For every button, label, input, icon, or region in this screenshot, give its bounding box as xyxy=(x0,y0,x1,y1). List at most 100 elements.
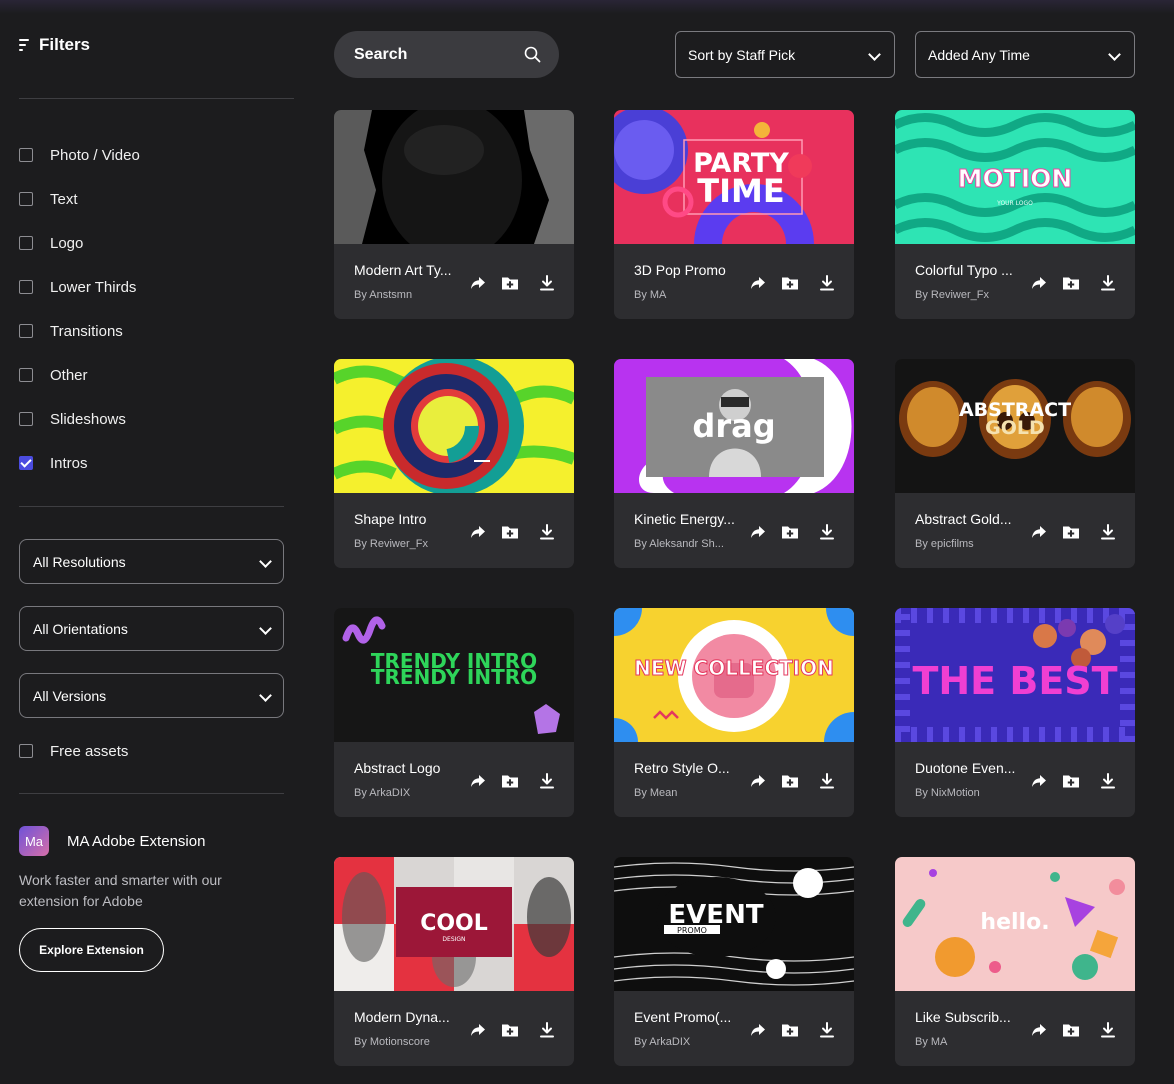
share-icon[interactable] xyxy=(748,1020,768,1040)
checkbox[interactable] xyxy=(19,192,33,206)
version-select[interactable]: All Versions xyxy=(19,673,284,718)
thumbnail-image[interactable]: NEW COLLECTION xyxy=(614,608,854,742)
share-icon[interactable] xyxy=(468,1020,488,1040)
template-card[interactable]: COOL DESIGN Modern Dyna... By Motionscor… xyxy=(334,857,574,1066)
card-author[interactable]: By MA xyxy=(915,1036,1019,1048)
thumbnail-image[interactable]: drag xyxy=(614,359,854,493)
checkbox[interactable] xyxy=(19,148,33,162)
thumbnail-image[interactable]: EVENT PROMO xyxy=(614,857,854,991)
card-author[interactable]: By ArkaDIX xyxy=(354,787,458,799)
filters-header[interactable]: Filters xyxy=(19,30,294,60)
thumbnail-image[interactable]: PARTY TIME xyxy=(614,110,854,244)
download-icon[interactable] xyxy=(1098,1020,1118,1040)
checkbox[interactable] xyxy=(19,368,33,382)
thumbnail-image[interactable]: TRENDY INTRO TRENDY INTRO xyxy=(334,608,574,742)
card-title[interactable]: 3D Pop Promo xyxy=(634,262,738,278)
card-title[interactable]: Colorful Typo ... xyxy=(915,262,1019,278)
download-icon[interactable] xyxy=(537,1020,557,1040)
template-card[interactable]: drag Kinetic Energy... By Aleksandr Sh..… xyxy=(614,359,854,568)
category-logo[interactable]: Logo xyxy=(19,221,294,265)
template-card[interactable]: PARTY TIME 3D Pop Promo By MA xyxy=(614,110,854,319)
download-icon[interactable] xyxy=(1098,771,1118,791)
card-author[interactable]: By Anstsmn xyxy=(354,289,458,301)
template-card[interactable]: TRENDY INTRO TRENDY INTRO Abstract Logo … xyxy=(334,608,574,817)
category-slideshows[interactable]: Slideshows xyxy=(19,397,294,441)
checkbox[interactable] xyxy=(19,280,33,294)
search-input[interactable] xyxy=(352,44,516,65)
share-icon[interactable] xyxy=(468,522,488,542)
checkbox[interactable] xyxy=(19,236,33,250)
template-card[interactable]: MOTION YOUR LOGO Colorful Typo ... By Re… xyxy=(895,110,1135,319)
card-author[interactable]: By Reviwer_Fx xyxy=(354,538,458,550)
download-icon[interactable] xyxy=(537,273,557,293)
category-intros[interactable]: Intros xyxy=(19,441,294,485)
download-icon[interactable] xyxy=(537,522,557,542)
add-to-folder-icon[interactable] xyxy=(500,273,520,293)
card-title[interactable]: Duotone Even... xyxy=(915,760,1019,776)
share-icon[interactable] xyxy=(1029,522,1049,542)
thumbnail-image[interactable]: hello. xyxy=(895,857,1135,991)
add-to-folder-icon[interactable] xyxy=(1061,771,1081,791)
add-to-folder-icon[interactable] xyxy=(780,771,800,791)
template-card[interactable]: NEW COLLECTION Retro Style O... By Mean xyxy=(614,608,854,817)
time-dropdown[interactable]: Added Any Time xyxy=(915,31,1135,78)
category-transitions[interactable]: Transitions xyxy=(19,309,294,353)
thumbnail-image[interactable]: ABSTRACT GOLD xyxy=(895,359,1135,493)
template-card[interactable]: Modern Art Ty... By Anstsmn xyxy=(334,110,574,319)
thumbnail-image[interactable] xyxy=(334,359,574,493)
add-to-folder-icon[interactable] xyxy=(780,273,800,293)
thumbnail-image[interactable] xyxy=(334,110,574,244)
resolution-select[interactable]: All Resolutions xyxy=(19,539,284,584)
thumbnail-image[interactable]: COOL DESIGN xyxy=(334,857,574,991)
card-author[interactable]: By ArkaDIX xyxy=(634,1036,738,1048)
template-card[interactable]: THE BEST Duotone Even... By NixMotion xyxy=(895,608,1135,817)
card-title[interactable]: Shape Intro xyxy=(354,511,458,527)
download-icon[interactable] xyxy=(817,522,837,542)
share-icon[interactable] xyxy=(748,522,768,542)
share-icon[interactable] xyxy=(1029,1020,1049,1040)
search-box[interactable] xyxy=(334,31,559,78)
template-card[interactable]: Shape Intro By Reviwer_Fx xyxy=(334,359,574,568)
checkbox[interactable] xyxy=(19,744,33,758)
add-to-folder-icon[interactable] xyxy=(1061,522,1081,542)
share-icon[interactable] xyxy=(1029,771,1049,791)
card-title[interactable]: Like Subscrib... xyxy=(915,1009,1019,1025)
free-assets-toggle[interactable]: Free assets xyxy=(19,729,294,773)
download-icon[interactable] xyxy=(1098,522,1118,542)
share-icon[interactable] xyxy=(468,273,488,293)
download-icon[interactable] xyxy=(1098,273,1118,293)
thumbnail-image[interactable]: THE BEST xyxy=(895,608,1135,742)
card-author[interactable]: By Motionscore xyxy=(354,1036,458,1048)
card-title[interactable]: Modern Art Ty... xyxy=(354,262,458,278)
download-icon[interactable] xyxy=(817,1020,837,1040)
card-title[interactable]: Event Promo(... xyxy=(634,1009,738,1025)
share-icon[interactable] xyxy=(748,273,768,293)
card-author[interactable]: By Aleksandr Sh... xyxy=(634,538,738,550)
add-to-folder-icon[interactable] xyxy=(500,771,520,791)
sort-dropdown[interactable]: Sort by Staff Pick xyxy=(675,31,895,78)
card-author[interactable]: By NixMotion xyxy=(915,787,1019,799)
add-to-folder-icon[interactable] xyxy=(500,1020,520,1040)
category-photo-video[interactable]: Photo / Video xyxy=(19,133,294,177)
card-author[interactable]: By Mean xyxy=(634,787,738,799)
search-icon[interactable] xyxy=(524,46,541,63)
share-icon[interactable] xyxy=(468,771,488,791)
explore-extension-button[interactable]: Explore Extension xyxy=(19,928,164,972)
add-to-folder-icon[interactable] xyxy=(500,522,520,542)
download-icon[interactable] xyxy=(817,771,837,791)
card-title[interactable]: Abstract Logo xyxy=(354,760,458,776)
card-title[interactable]: Modern Dyna... xyxy=(354,1009,458,1025)
category-lower-thirds[interactable]: Lower Thirds xyxy=(19,265,294,309)
card-author[interactable]: By MA xyxy=(634,289,738,301)
category-text[interactable]: Text xyxy=(19,177,294,221)
download-icon[interactable] xyxy=(817,273,837,293)
category-other[interactable]: Other xyxy=(19,353,294,397)
checkbox[interactable] xyxy=(19,324,33,338)
thumbnail-image[interactable]: MOTION YOUR LOGO xyxy=(895,110,1135,244)
add-to-folder-icon[interactable] xyxy=(1061,1020,1081,1040)
share-icon[interactable] xyxy=(748,771,768,791)
template-card[interactable]: hello. Like Subscrib... By MA xyxy=(895,857,1135,1066)
download-icon[interactable] xyxy=(537,771,557,791)
checkbox-checked[interactable] xyxy=(19,456,33,470)
card-author[interactable]: By Reviwer_Fx xyxy=(915,289,1019,301)
